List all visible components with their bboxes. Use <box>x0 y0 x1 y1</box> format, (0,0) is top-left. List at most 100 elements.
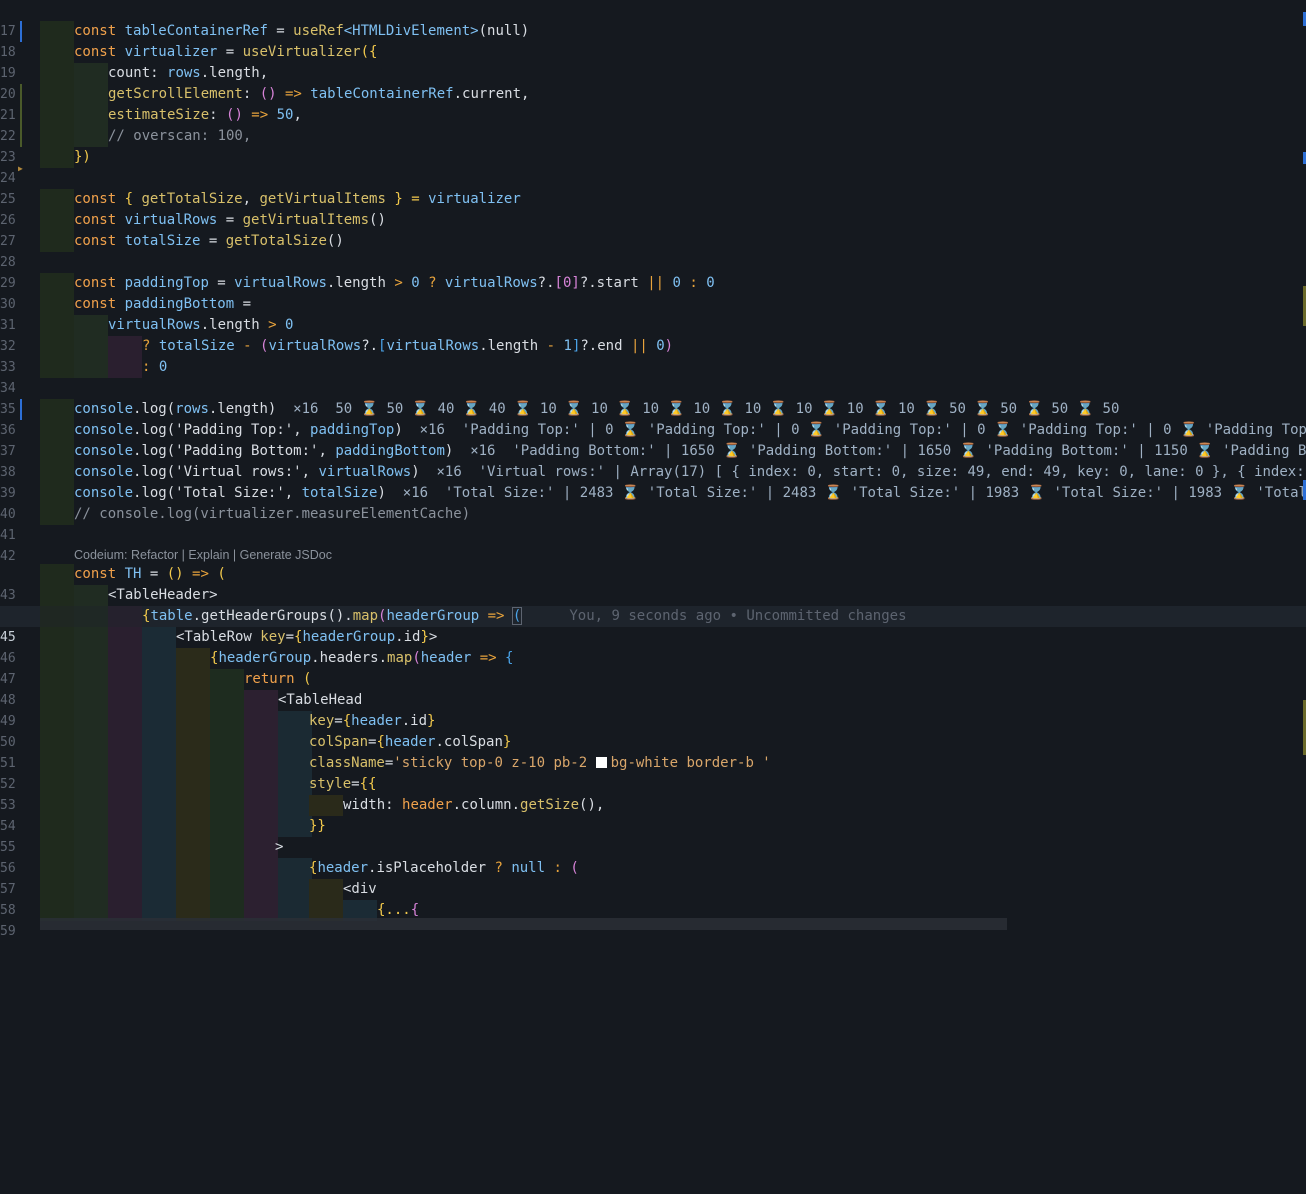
code-line[interactable]: 19 const virtualizer = useVirtualizer({ <box>0 42 1306 81</box>
indent-guide <box>40 564 74 585</box>
code-line[interactable]: 41 // console.log(virtualizer.measureEle… <box>0 504 1306 543</box>
code-line[interactable]: 46 <TableRow key={headerGroup.id}> <box>0 627 1306 666</box>
indent-guide <box>278 795 312 816</box>
code-line[interactable]: 58 <div <box>0 879 1306 918</box>
code-line[interactable]: 27 const virtualRows = getVirtualItems() <box>0 210 1306 249</box>
code-line[interactable]: 52 className='sticky top-0 z-10 pb-2 bg-… <box>0 753 1306 792</box>
inline-log-output: ×16 'Padding Bottom:' | 1650 ⌛ 'Padding … <box>453 443 1306 459</box>
indent-guide <box>40 774 74 795</box>
indent-guide <box>278 711 312 732</box>
code-editor[interactable]: ▶ 17 18 const tableContainerRef = useRef… <box>0 0 1306 939</box>
indent-guide <box>40 210 74 231</box>
color-swatch-icon[interactable] <box>595 757 607 768</box>
code-line[interactable]: 43 const TH = () => ( <box>0 564 1306 603</box>
indent-guide <box>142 858 176 879</box>
indent-guide <box>142 795 176 816</box>
code-line[interactable]: 54 width: header.column.getSize(), <box>0 795 1306 834</box>
code-text: const virtualRows = getVirtualItems() <box>74 212 386 228</box>
indent-guide <box>74 732 108 753</box>
code-text: const virtualizer = useVirtualizer({ <box>74 44 378 60</box>
indent-guide <box>244 774 278 795</box>
indent-guide <box>40 837 74 858</box>
code-line[interactable]: 21 getScrollElement: () => tableContaine… <box>0 84 1306 123</box>
code-line[interactable]: 56 > <box>0 837 1306 876</box>
code-text: estimateSize: () => 50, <box>108 107 302 123</box>
indent-guide <box>108 669 142 690</box>
indent-guide <box>176 669 210 690</box>
indent-guide <box>40 648 74 669</box>
code-line[interactable]: 49 <TableHead <box>0 690 1306 729</box>
code-line[interactable]: 24 }) <box>0 147 1306 186</box>
code-line[interactable]: 32 virtualRows.length > 0 <box>0 315 1306 354</box>
indent-guide <box>108 858 142 879</box>
code-text: {table.getHeaderGroups().map(headerGroup… <box>142 607 907 625</box>
indent-guide <box>108 732 142 753</box>
horizontal-scrollbar[interactable] <box>40 918 1007 930</box>
code-line[interactable]: 47 {headerGroup.headers.map(header => { <box>0 648 1306 687</box>
indent-guide <box>210 774 244 795</box>
code-line[interactable]: 39 console.log('Virtual rows:', virtualR… <box>0 462 1306 501</box>
code-line[interactable]: 57 {header.isPlaceholder ? null : ( <box>0 858 1306 897</box>
code-line[interactable]: 28 const totalSize = getTotalSize() <box>0 231 1306 270</box>
indent-guide <box>108 627 142 648</box>
code-line[interactable]: 23 // overscan: 100, <box>0 126 1306 165</box>
code-text: const { getTotalSize, getVirtualItems } … <box>74 191 521 207</box>
code-line[interactable]: 51 colSpan={header.colSpan} <box>0 732 1306 771</box>
indent-guide <box>40 879 74 900</box>
indent-guide <box>40 753 74 774</box>
code-line[interactable]: 38 console.log('Padding Bottom:', paddin… <box>0 441 1306 480</box>
indent-guide <box>108 690 142 711</box>
code-line[interactable]: 29 <box>0 252 1306 291</box>
indent-guide <box>74 753 108 774</box>
code-line[interactable]: 40 console.log('Total Size:', totalSize)… <box>0 483 1306 522</box>
indent-guide <box>210 669 244 690</box>
indent-guide <box>244 858 278 879</box>
indent-guide <box>74 336 108 357</box>
code-line[interactable]: 26 const { getTotalSize, getVirtualItems… <box>0 189 1306 228</box>
code-line[interactable]: 22 estimateSize: () => 50, <box>0 105 1306 144</box>
codeium-codelens[interactable]: Codeium: Refactor | Explain | Generate J… <box>74 545 332 566</box>
indent-guide <box>40 483 74 504</box>
code-line[interactable]: 50 key={header.id} <box>0 711 1306 750</box>
code-line[interactable]: 42 <box>0 525 1306 564</box>
indent-guide <box>40 63 74 84</box>
code-text: console.log(rows.length) ×16 50 ⌛ 50 ⌛ 4… <box>74 401 1120 417</box>
indent-guide <box>74 648 108 669</box>
current-code-line[interactable]: 45 {table.getHeaderGroups().map(headerGr… <box>0 606 1306 645</box>
indent-guide <box>74 816 108 837</box>
indent-guide <box>176 711 210 732</box>
indent-guide <box>142 753 176 774</box>
indent-guide <box>74 795 108 816</box>
indent-guide <box>142 732 176 753</box>
indent-guide <box>210 690 244 711</box>
indent-guide <box>210 858 244 879</box>
code-text: style={{ <box>309 776 377 792</box>
indent-guide <box>40 606 74 627</box>
code-line[interactable]: 36 console.log(rows.length) ×16 50 ⌛ 50 … <box>0 399 1306 438</box>
indent-guide <box>176 837 210 858</box>
code-line[interactable]: 34 : 0 <box>0 357 1306 396</box>
code-line[interactable]: 30 const paddingTop = virtualRows.length… <box>0 273 1306 312</box>
code-text: ? totalSize - (virtualRows?.[virtualRows… <box>142 338 674 354</box>
code-line[interactable]: 31 const paddingBottom = <box>0 294 1306 333</box>
indent-guide <box>74 126 108 147</box>
indent-guide <box>244 753 278 774</box>
code-line[interactable]: 53 style={{ <box>0 774 1306 813</box>
indent-guide <box>74 774 108 795</box>
code-text: const totalSize = getTotalSize() <box>74 233 344 249</box>
code-line[interactable]: 17 <box>0 0 1306 39</box>
indent-guide <box>210 879 244 900</box>
indent-guide <box>40 504 74 525</box>
code-line[interactable]: 33 ? totalSize - (virtualRows?.[virtualR… <box>0 336 1306 375</box>
code-line[interactable]: 48 return ( <box>0 669 1306 708</box>
indent-guide <box>142 711 176 732</box>
inline-log-output: ×16 'Virtual rows:' | Array(17) [ { inde… <box>419 464 1305 480</box>
code-line[interactable]: 35 <box>0 378 1306 417</box>
code-line[interactable]: 44 <TableHeader> <box>0 585 1306 624</box>
code-text: className='sticky top-0 z-10 pb-2 bg-whi… <box>309 755 771 771</box>
code-line[interactable]: 20 count: rows.length, <box>0 63 1306 102</box>
code-line[interactable]: 25 <box>0 168 1306 207</box>
code-line[interactable]: 55 }} <box>0 816 1306 855</box>
code-line[interactable]: 37 console.log('Padding Top:', paddingTo… <box>0 420 1306 459</box>
code-line[interactable]: 18 const tableContainerRef = useRef<HTML… <box>0 21 1306 60</box>
